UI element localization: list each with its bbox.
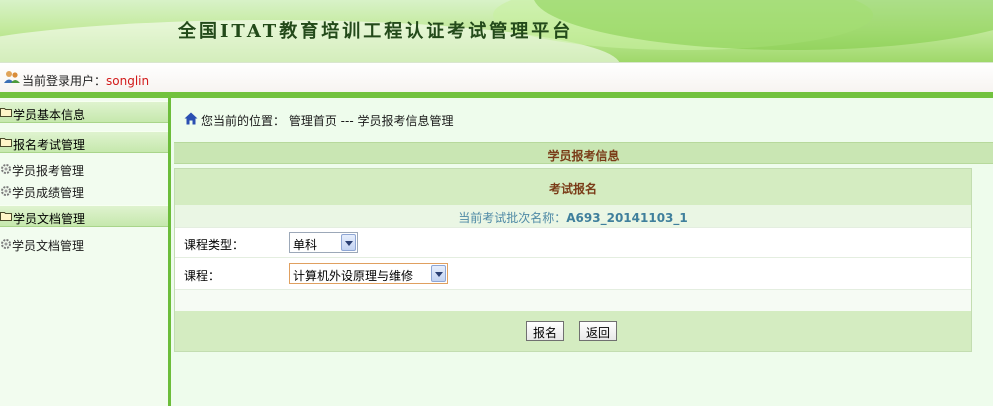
user-bar: 当前登录用户：songlin <box>0 62 993 92</box>
exam-registration-panel: 考试报名 当前考试批次名称：A693_20141103_1 课程类型： 单科 课… <box>174 168 972 352</box>
back-button[interactable]: 返回 <box>579 321 618 341</box>
gear-icon <box>1 239 11 249</box>
section-title: 学员报考信息 <box>547 149 620 163</box>
course-type-row: 课程类型： 单科 <box>175 227 971 257</box>
course-select[interactable]: 计算机外设原理与维修 <box>289 263 448 284</box>
chevron-down-icon[interactable] <box>341 234 356 251</box>
course-type-value: 单科 <box>293 238 318 252</box>
batch-info: 当前考试批次名称：A693_20141103_1 <box>175 205 971 227</box>
sidebar-item-scores-mgmt[interactable]: 学员成绩管理 <box>0 182 168 200</box>
sidebar-item-label: 学员文档管理 <box>12 239 85 253</box>
batch-label: 当前考试批次名称： <box>458 211 567 225</box>
panel-title: 考试报名 <box>548 182 597 196</box>
sidebar-item-label: 学员报考管理 <box>12 164 85 178</box>
breadcrumb-prefix: 您当前的位置： <box>201 114 286 128</box>
app-title: 全国ITAT教育培训工程认证考试管理平台 <box>178 21 574 42</box>
home-icon <box>184 112 198 125</box>
current-username: songlin <box>106 74 150 88</box>
current-user: 当前登录用户：songlin <box>22 72 149 89</box>
course-value: 计算机外设原理与维修 <box>293 269 414 283</box>
course-row: 课程： 计算机外设原理与维修 <box>175 257 971 289</box>
sidebar-section-exam-registration[interactable]: 报名考试管理 <box>0 131 168 153</box>
sidebar-section-label: 报名考试管理 <box>13 138 86 152</box>
breadcrumb-path[interactable]: 管理首页 --- 学员报考信息管理 <box>289 114 454 128</box>
current-user-label: 当前登录用户： <box>22 74 107 88</box>
users-icon <box>4 71 20 83</box>
sidebar-section-student-info[interactable]: 学员基本信息 <box>0 101 168 123</box>
gear-icon <box>1 164 11 174</box>
folder-icon <box>0 108 12 117</box>
breadcrumb-text: 您当前的位置： 管理首页 --- 学员报考信息管理 <box>201 112 453 129</box>
sidebar-item-registration-mgmt[interactable]: 学员报考管理 <box>0 160 168 178</box>
course-label: 课程： <box>184 269 221 283</box>
chevron-down-icon[interactable] <box>431 265 446 282</box>
spacer-row <box>175 289 971 311</box>
sidebar-section-label: 学员基本信息 <box>13 108 86 122</box>
panel-header: 考试报名 <box>175 169 971 205</box>
main-content: 您当前的位置： 管理首页 --- 学员报考信息管理 学员报考信息 考试报名 当前… <box>171 98 993 406</box>
course-type-select[interactable]: 单科 <box>289 232 358 253</box>
gear-icon <box>1 186 11 196</box>
panel-footer: 报名 返回 <box>175 311 971 351</box>
sidebar-section-label: 学员文档管理 <box>13 212 86 226</box>
sidebar-item-documents-mgmt[interactable]: 学员文档管理 <box>0 235 168 253</box>
sidebar: 学员基本信息 报名考试管理 学员报考管理 学员成绩管理 学员文档管理 学员文档管… <box>0 98 171 406</box>
course-type-label: 课程类型： <box>184 238 245 252</box>
batch-value: A693_20141103_1 <box>566 211 688 225</box>
folder-icon <box>0 138 12 147</box>
sidebar-item-label: 学员成绩管理 <box>12 186 85 200</box>
folder-icon <box>0 212 12 221</box>
section-title-bar: 学员报考信息 <box>174 142 993 164</box>
breadcrumb: 您当前的位置： 管理首页 --- 学员报考信息管理 <box>171 98 993 138</box>
submit-registration-button[interactable]: 报名 <box>526 321 565 341</box>
header-banner: 全国ITAT教育培训工程认证考试管理平台 <box>0 0 993 62</box>
sidebar-section-documents[interactable]: 学员文档管理 <box>0 205 168 227</box>
